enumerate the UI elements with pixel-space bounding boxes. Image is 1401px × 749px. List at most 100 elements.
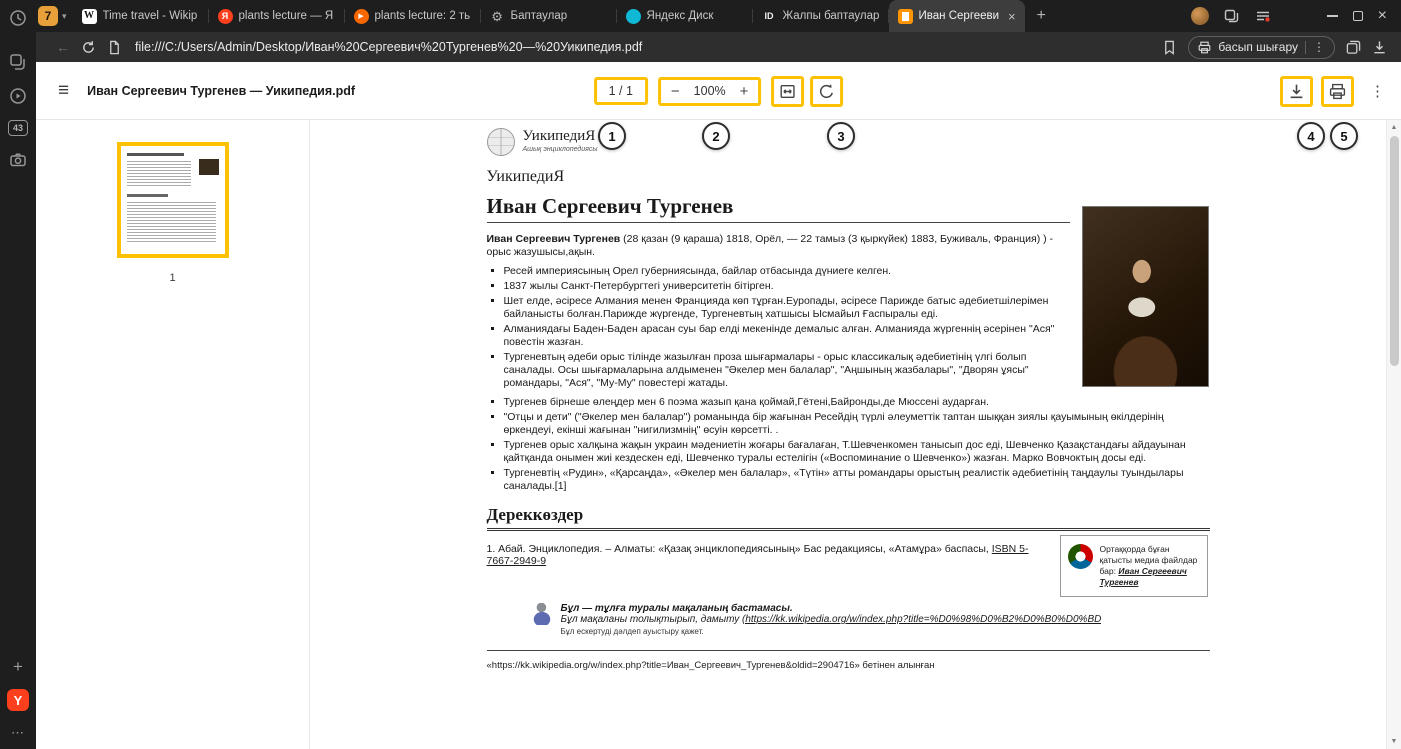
list-item: 1837 жылы Санкт-Петербургтегі университе… (504, 280, 1070, 293)
counter-badge[interactable]: 43 (8, 120, 28, 136)
print-options-kebab-icon[interactable]: ⋮ (1313, 40, 1325, 54)
minimize-window-button[interactable] (1327, 15, 1338, 17)
rotate-icon (818, 83, 835, 100)
browser-window: 43 + Y ⋯ 7 ▾ W Time travel - Wikip Я pla… (0, 0, 1401, 749)
counter-badge-label: 43 (13, 123, 23, 133)
sidebar-toggle-icon[interactable]: ≡ (58, 80, 69, 102)
browser-sidebar: 43 + Y ⋯ (0, 0, 36, 749)
document-title: Иван Сергеевич Тургенев — Уикипедия.pdf (87, 84, 355, 98)
wikipedia-globe-logo (487, 128, 515, 156)
scrollbar-thumb[interactable] (1390, 136, 1399, 366)
chevron-down-icon[interactable]: ▾ (62, 11, 67, 22)
page-file-icon[interactable] (107, 40, 122, 55)
list-item: Тургеневтің «Рудин», «Қарсаңда», «Әкелер… (504, 467, 1210, 493)
annotation-circle-3: 3 (827, 122, 855, 150)
wikipedia-favicon: W (82, 9, 97, 24)
profile-avatar[interactable] (1191, 7, 1209, 25)
download-button[interactable] (1280, 76, 1313, 107)
pdf-favicon (898, 9, 913, 24)
bookmark-icon[interactable] (1162, 40, 1177, 55)
thumb-text-lines (127, 161, 191, 187)
id-favicon: ID (762, 9, 777, 24)
history-icon[interactable] (8, 8, 28, 28)
scroll-down-arrow[interactable]: ▼ (1387, 738, 1401, 745)
downloads-icon[interactable] (1372, 40, 1387, 55)
print-button[interactable] (1321, 76, 1354, 107)
vertical-scrollbar[interactable]: ▲ ▼ (1386, 120, 1401, 749)
print-button-label: басып шығару (1218, 40, 1298, 54)
screenshot-icon[interactable] (8, 150, 28, 170)
thumb-title-line (127, 153, 184, 156)
stub-writer-icon (533, 603, 553, 625)
document-area: УикипедиЯ Ашық энциклопедиясы УикипедиЯ … (310, 120, 1386, 749)
references-heading: Дереккөздер (487, 505, 1210, 531)
page-1-thumbnail[interactable] (117, 142, 229, 258)
pdf-page: УикипедиЯ Ашық энциклопедиясы УикипедиЯ … (487, 120, 1210, 671)
collections-icon[interactable] (1346, 40, 1361, 55)
panels-icon[interactable] (1224, 8, 1240, 24)
zoom-in-button[interactable]: + (740, 84, 749, 99)
more-options-kebab-icon[interactable]: ⋮ (1370, 82, 1385, 100)
list-item: Ресей империясының Орел губерниясында, б… (504, 265, 1070, 278)
zoom-level-value: 100% (694, 84, 726, 98)
tab-settings[interactable]: ⚙ Баптаулар (481, 0, 617, 32)
tab-label: Жалпы баптаулар (783, 10, 880, 22)
print-page-button[interactable]: басып шығару ⋮ (1188, 36, 1335, 59)
tab-turgenev-pdf-active[interactable]: Иван Сергееви × (889, 0, 1025, 32)
turgenev-portrait-image (1082, 206, 1209, 387)
maximize-window-button[interactable] (1353, 11, 1363, 21)
tab-label: Яндекс Диск (647, 10, 744, 22)
article-title: Иван Сергеевич Тургенев (487, 194, 1070, 223)
new-tab-button[interactable]: + (1037, 7, 1046, 25)
tab-time-travel[interactable]: W Time travel - Wikip (73, 0, 209, 32)
thumbnails-panel: 1 (36, 120, 310, 749)
annotation-circle-1: 1 (598, 122, 626, 150)
stub-line-1: Бұл — тұлға туралы мақаланың бастамасы. (561, 603, 1101, 614)
close-tab-icon[interactable]: × (1008, 10, 1016, 23)
tab-plants-lecture-search[interactable]: Я plants lecture — Я (209, 0, 345, 32)
reload-icon[interactable] (81, 40, 96, 55)
tabbar-right-controls: × (1191, 7, 1401, 25)
tab-label: Time travel - Wikip (103, 10, 200, 22)
printer-icon (1198, 41, 1211, 54)
gear-icon: ⚙ (490, 9, 505, 24)
url-text[interactable]: file:///C:/Users/Admin/Desktop/Иван%20Се… (135, 40, 1151, 54)
rotate-button[interactable] (810, 76, 843, 107)
tab-counter-chip[interactable]: 7 (38, 6, 58, 26)
stub-line-2-text: Бұл мақаланы толықтырып, дамыту (561, 614, 743, 625)
tab-plants-lecture-video[interactable]: ▶ plants lecture: 2 ть (345, 0, 481, 32)
scroll-up-arrow[interactable]: ▲ (1387, 124, 1401, 131)
close-window-button[interactable]: × (1378, 8, 1387, 24)
annotation-circle-4: 4 (1297, 122, 1325, 150)
stub-edit-link[interactable]: (https://kk.wikipedia.org/w/index.php?ti… (742, 614, 1101, 625)
fit-page-button[interactable] (771, 76, 804, 107)
commons-logo-icon (1068, 544, 1093, 569)
tab-general-settings[interactable]: ID Жалпы баптаулар (753, 0, 889, 32)
notifications-menu-icon[interactable] (1255, 8, 1271, 24)
yandex-browser-logo[interactable]: Y (7, 689, 29, 711)
tab-yandex-disk[interactable]: Яндекс Диск (617, 0, 753, 32)
tab-label: plants lecture: 2 ть (375, 10, 472, 22)
stub-notice: Бұл — тұлға туралы мақаланың бастамасы. … (533, 603, 1210, 636)
sidebar-add-icon[interactable]: + (8, 657, 28, 677)
tab-groups-icon[interactable] (8, 52, 28, 72)
fit-page-icon (779, 83, 796, 100)
thumbnail-page-number: 1 (36, 272, 309, 284)
page-indicator[interactable]: 1 / 1 (594, 77, 648, 105)
download-icon (1288, 83, 1305, 100)
fact-list-upper: Ресей империясының Орел губерниясында, б… (487, 265, 1070, 390)
tab-label: plants lecture — Я (239, 10, 336, 22)
list-item: Тургенев бірнеше өлеңдер мен 6 поэма жаз… (504, 396, 1210, 409)
sidebar-more-icon[interactable]: ⋯ (8, 723, 28, 743)
thumb-heading-line (127, 194, 169, 197)
list-item: Тургеневтың әдеби орыс тілінде жазылған … (504, 351, 1070, 390)
video-play-icon[interactable] (8, 86, 28, 106)
commons-text: Ортаққорда бұған қатысты медиа файлдар б… (1100, 544, 1200, 588)
wikipedia-tagline: Ашық энциклопедиясы (523, 146, 598, 153)
back-icon[interactable]: ← (56, 39, 70, 55)
retrieved-from-line: «https://kk.wikipedia.org/w/index.php?ti… (487, 660, 1210, 671)
tab-counter-value: 7 (45, 9, 52, 23)
zoom-out-button[interactable]: − (671, 84, 680, 99)
yandex-disk-favicon (626, 9, 641, 24)
pdf-viewer: ≡ Иван Сергеевич Тургенев — Уикипедия.pd… (36, 62, 1401, 749)
